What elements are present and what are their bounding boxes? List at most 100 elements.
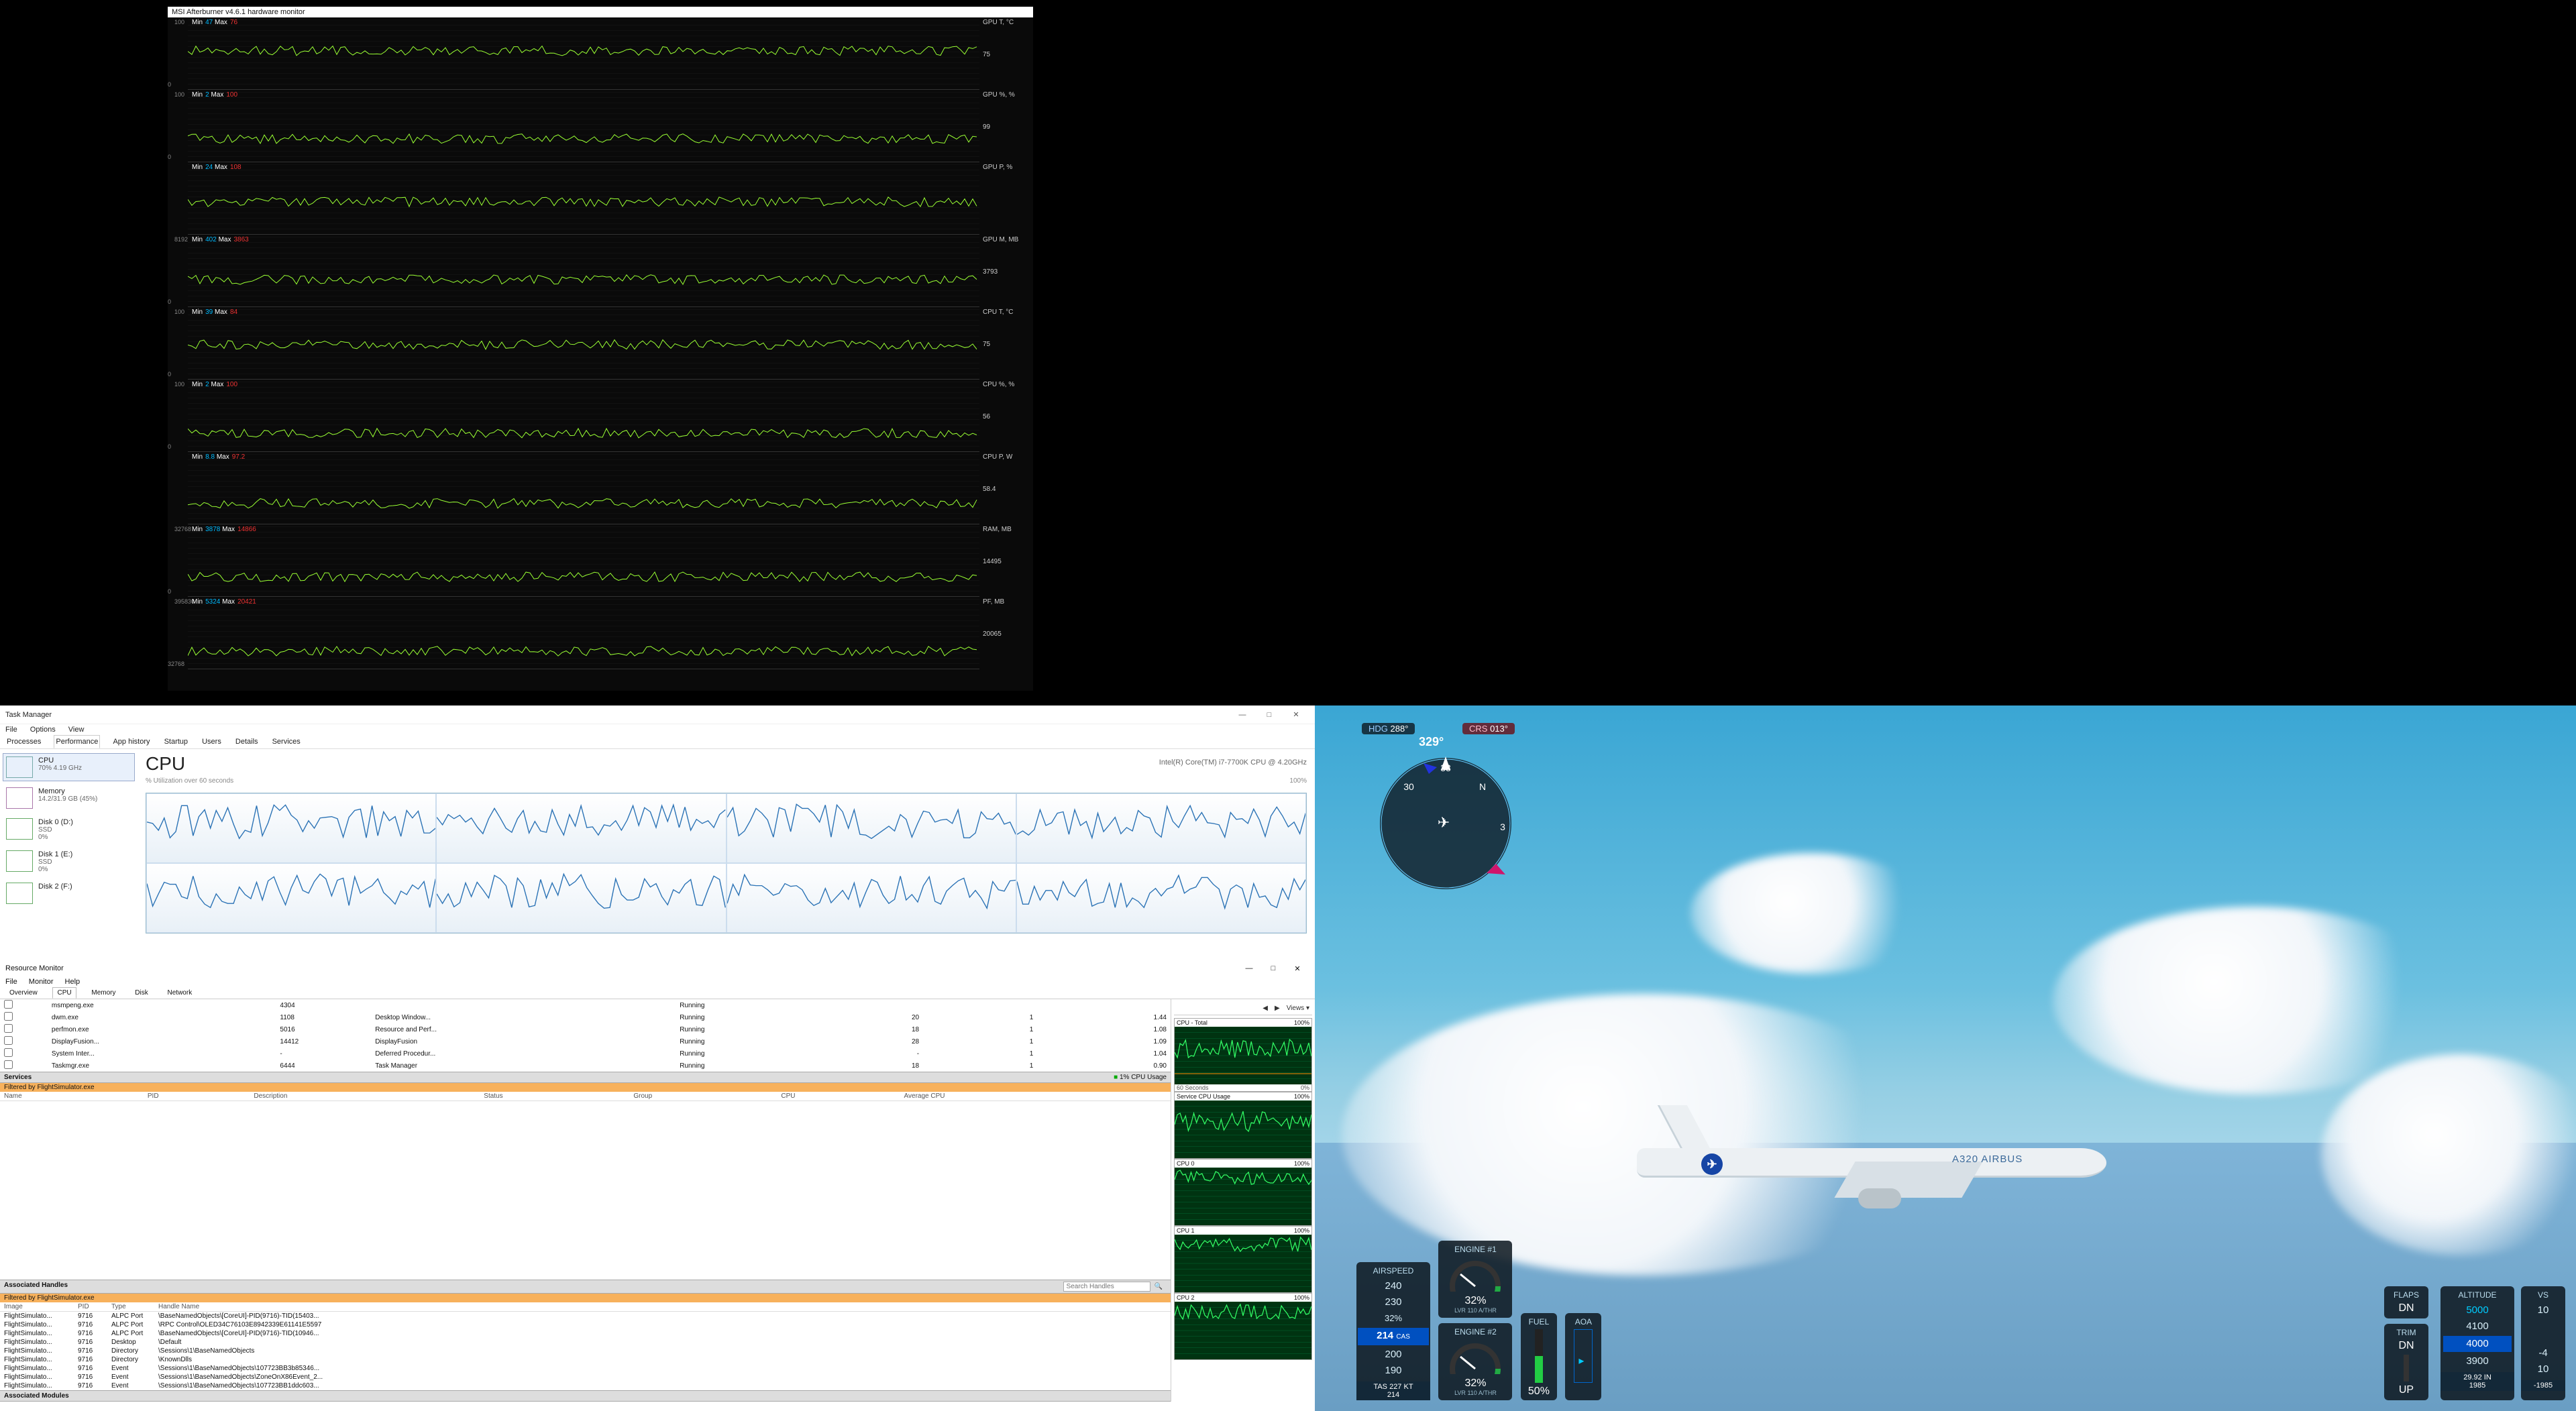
trim-dn: DN <box>2391 1340 2422 1352</box>
ab-graph-row[interactable]: 81920 Min402 Max3863 GPU M, MB3793 <box>188 235 979 307</box>
ab-graph-row[interactable]: 1000 Min39 Max84 CPU T, °C75 <box>188 307 979 380</box>
minimize-icon[interactable]: — <box>1237 964 1261 972</box>
engine1-label: ENGINE #1 <box>1444 1245 1507 1254</box>
process-row[interactable]: perfmon.exe5016Resource and Perf...Runni… <box>0 1023 1171 1035</box>
row-checkbox[interactable] <box>4 1036 13 1045</box>
tab-network[interactable]: Network <box>164 988 197 998</box>
row-checkbox[interactable] <box>4 1024 13 1033</box>
tab-services[interactable]: Services <box>271 736 302 748</box>
handle-row[interactable]: FlightSimulato...9716Event\Sessions\1\Ba… <box>0 1364 1171 1373</box>
sidebar-item[interactable]: Disk 2 (F:) <box>3 879 135 907</box>
row-checkbox[interactable] <box>4 1000 13 1009</box>
maximize-icon[interactable]: □ <box>1256 711 1283 719</box>
aircraft: ✈ A320 AIRBUS <box>1637 1121 2160 1215</box>
tab-processes[interactable]: Processes <box>5 736 42 748</box>
expand-icon[interactable]: ▶ <box>1275 1005 1280 1012</box>
menu-monitor[interactable]: Monitor <box>29 978 54 986</box>
handle-row[interactable]: FlightSimulato...9716ALPC Port\BaseNamed… <box>0 1312 1171 1321</box>
sidebar-item[interactable]: CPU70% 4.19 GHz <box>3 753 135 781</box>
afterburner-title[interactable]: MSI Afterburner v4.6.1 hardware monitor <box>168 7 1033 17</box>
taskmgr-menu: File Options View <box>0 724 1315 735</box>
sidebar-item[interactable]: Memory14.2/31.9 GB (45%) <box>3 784 135 812</box>
svg-text:30: 30 <box>1403 781 1414 792</box>
tab-details[interactable]: Details <box>234 736 260 748</box>
process-row[interactable]: DisplayFusion...14412DisplayFusionRunnin… <box>0 1035 1171 1048</box>
handle-row[interactable]: FlightSimulato...9716ALPC Port\RPC Contr… <box>0 1320 1171 1329</box>
core-graph <box>146 793 436 863</box>
collapse-icon[interactable]: ◀ <box>1263 1005 1268 1012</box>
tab-apphistory[interactable]: App history <box>111 736 151 748</box>
tab-startup[interactable]: Startup <box>163 736 189 748</box>
tab-disk[interactable]: Disk <box>131 988 152 998</box>
lower-right-gauges: FLAPS DN TRIM DN UP ALTITUDE 5000 4100 4… <box>2384 1286 2565 1400</box>
handle-row[interactable]: FlightSimulato...9716Desktop\Default <box>0 1338 1171 1347</box>
search-icon[interactable]: 🔍 <box>1155 1283 1163 1290</box>
process-row[interactable]: msmpeng.exe4304Running <box>0 999 1171 1011</box>
process-row[interactable]: System Inter...-Deferred Procedur...Runn… <box>0 1048 1171 1060</box>
menu-view[interactable]: View <box>68 726 85 734</box>
close-icon[interactable]: ✕ <box>1283 710 1309 719</box>
close-icon[interactable]: ✕ <box>1285 964 1309 973</box>
menu-file[interactable]: File <box>5 978 17 986</box>
modules-section[interactable]: Associated Modules <box>0 1390 1171 1402</box>
tab-memory[interactable]: Memory <box>87 988 119 998</box>
core-graph <box>1016 793 1306 863</box>
resmon-titlebar[interactable]: Resource Monitor — □ ✕ <box>0 960 1315 976</box>
handle-row[interactable]: FlightSimulato...9716ALPC Port\BaseNamed… <box>0 1329 1171 1338</box>
ab-graph-row[interactable]: 1000 Min2 Max100 CPU %, %56 <box>188 380 979 452</box>
ab-graph-row[interactable]: 1000 Min2 Max100 GPU %, %99 <box>188 90 979 162</box>
tab-performance[interactable]: Performance <box>54 735 100 748</box>
ab-graph-row[interactable]: Min24 Max108 GPU P, % <box>188 162 979 235</box>
vs-tape[interactable]: 10 -4 10 <box>2528 1302 2559 1377</box>
sidebar-item[interactable]: Disk 0 (D:)SSD0% <box>3 815 135 844</box>
row-checkbox[interactable] <box>4 1012 13 1021</box>
process-table[interactable]: msmpeng.exe4304Runningdwm.exe1108Desktop… <box>0 999 1171 1072</box>
row-checkbox[interactable] <box>4 1048 13 1057</box>
core-graph <box>436 863 726 933</box>
handle-row[interactable]: FlightSimulato...9716Directory\KnownDlls <box>0 1355 1171 1364</box>
handle-row[interactable]: FlightSimulato...9716Directory\Sessions\… <box>0 1347 1171 1355</box>
handles-table[interactable]: ImagePIDTypeHandle NameFlightSimulato...… <box>0 1302 1171 1390</box>
menu-options[interactable]: Options <box>30 726 56 734</box>
tab-cpu[interactable]: CPU <box>52 987 76 999</box>
search-handles-input[interactable] <box>1063 1282 1150 1292</box>
mini-cpu-graph: CPU 2100% <box>1174 1293 1312 1360</box>
services-table[interactable]: NamePIDDescriptionStatusGroupCPUAverage … <box>0 1092 1171 1101</box>
cloud <box>1690 853 1932 974</box>
views-dropdown[interactable]: Views ▾ <box>1287 1005 1309 1012</box>
minimize-icon[interactable]: — <box>1229 711 1256 719</box>
core-graph <box>146 863 436 933</box>
ab-graph-row[interactable]: 327680 Min3878 Max14866 RAM, MB14495 <box>188 524 979 597</box>
maximize-icon[interactable]: □ <box>1261 964 1285 972</box>
vs-value: -1985 <box>2521 1380 2565 1391</box>
sidebar-item[interactable]: Disk 1 (E:)SSD0% <box>3 847 135 877</box>
cas-readout: 214 <box>1360 1391 1426 1399</box>
handle-row[interactable]: FlightSimulato...9716Event\Sessions\1\Ba… <box>0 1373 1171 1381</box>
process-row[interactable]: Taskmgr.exe6444Task ManagerRunning1810.9… <box>0 1060 1171 1072</box>
livery-text: A320 AIRBUS <box>1952 1153 2023 1165</box>
process-row[interactable]: dwm.exe1108Desktop Window...Running2011.… <box>0 1011 1171 1023</box>
airspeed-tape[interactable]: 240 230 32% 214 CAS 200 190 <box>1362 1278 1425 1379</box>
taskmgr-titlebar[interactable]: Task Manager — □ ✕ <box>0 706 1315 724</box>
compass-rose[interactable]: HDG 288° CRS 013° 329° 33 30 N 3 ✈ <box>1362 723 1529 897</box>
ab-graph-row[interactable]: 1000 Min47 Max76 GPU T, °C75 <box>188 17 979 90</box>
services-section[interactable]: Services ■ 1% CPU Usage <box>0 1072 1171 1083</box>
ab-graph-row[interactable]: 39583032768 Min5324 Max20421 PF, MB20065 <box>188 597 979 669</box>
menu-file[interactable]: File <box>5 726 17 734</box>
tab-overview[interactable]: Overview <box>5 988 42 998</box>
services-filter: Filtered by FlightSimulator.exe <box>0 1083 1171 1092</box>
altitude-tape[interactable]: 5000 4100 4000 3900 <box>2447 1302 2508 1369</box>
handle-row[interactable]: FlightSimulato...9716Event\Sessions\1\Ba… <box>0 1381 1171 1390</box>
airspeed-label: AIRSPEED <box>1362 1266 1425 1276</box>
ab-graph-row[interactable]: Min8.8 Max97.2 CPU P, W58.4 <box>188 452 979 524</box>
menu-help[interactable]: Help <box>65 978 80 986</box>
mini-cpu-graph: CPU 1100% <box>1174 1226 1312 1293</box>
flightsim-viewport[interactable]: ✈ A320 AIRBUS HDG 288° CRS 013° 329° 33 … <box>1315 706 2576 1411</box>
core-graph <box>727 793 1016 863</box>
row-checkbox[interactable] <box>4 1060 13 1069</box>
handles-section[interactable]: Associated Handles 🔍 <box>0 1280 1171 1294</box>
tab-users[interactable]: Users <box>201 736 223 748</box>
resmon-graph-pane: ◀ ▶ Views ▾ CPU - Total100% 60 Seconds0%… <box>1171 999 1315 1402</box>
engine1-value: 32% <box>1444 1295 1507 1307</box>
altitude-label: ALTITUDE <box>2447 1290 2508 1300</box>
